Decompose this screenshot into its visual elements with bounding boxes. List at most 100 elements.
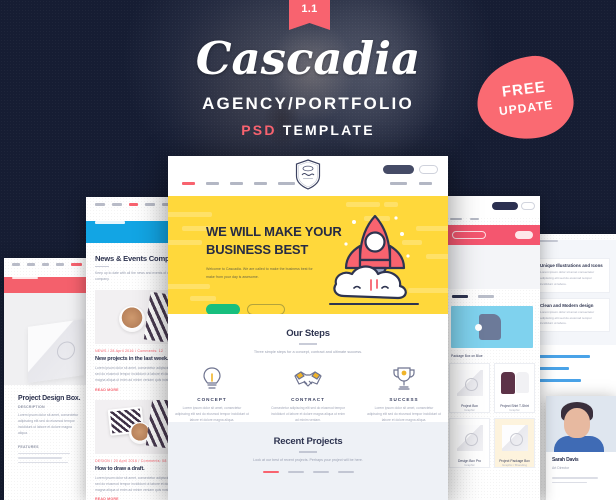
m2-nav-about[interactable] (145, 203, 155, 206)
nav-item-shortcodes[interactable] (390, 182, 407, 185)
nav-item-projects[interactable] (278, 182, 295, 185)
step-item-contract: CONTRACT Consectetur adipiscing elit sed… (271, 365, 345, 424)
m1-features-label: FEATURES (18, 444, 39, 449)
m4-nav[interactable] (444, 218, 540, 225)
feature-card-title: Unique Illustrations and Icons (540, 263, 603, 268)
m4-nav-item[interactable] (450, 218, 462, 221)
login-button[interactable] (419, 165, 438, 174)
m1-section-label: DESCRIPTION (18, 404, 45, 409)
product-shape (479, 313, 501, 340)
product-image (450, 419, 489, 457)
mockup-team-card[interactable]: Sarah Davis Art Director (546, 396, 616, 500)
nav-item-about[interactable] (254, 182, 267, 185)
step-name: CONTRACT (291, 396, 325, 402)
main-topbar-buttons (383, 165, 438, 174)
feature-card-body: Lorem ipsum dolor sit amet consectetur a… (540, 270, 595, 286)
m4-nav-item[interactable] (470, 218, 479, 221)
steps-underline (299, 343, 317, 345)
trophy-icon (367, 365, 441, 392)
recent-projects-section: Recent Projects Look at our best of rece… (168, 422, 448, 500)
m1-nav[interactable] (4, 258, 90, 271)
nav-item-news[interactable] (230, 182, 243, 185)
step-text: Lorem ipsum dolor sit amet, consectetur … (175, 405, 249, 423)
m4-tab-new[interactable] (452, 295, 468, 298)
feature-card-title: Clean and Modern design (540, 302, 594, 308)
m5-cards-zone: Unique Illustrations and Icons Lorem ips… (528, 254, 616, 346)
m1-nav-home[interactable] (12, 263, 20, 266)
blue-bar (534, 355, 591, 359)
news-post-image-1 (95, 289, 177, 344)
m1-title: Project Design Box. (18, 394, 81, 402)
feature-card-body: Lorem ipsum dolor sit amet consectetur a… (540, 309, 595, 326)
m1-red-banner (4, 276, 90, 293)
m4-featured-product-image[interactable] (451, 305, 533, 348)
get-started-button[interactable] (206, 304, 240, 314)
m2-nav-home[interactable] (95, 203, 105, 206)
step-name: SUCCESS (389, 396, 419, 402)
m2-nav-news[interactable] (129, 203, 138, 206)
m2-title: News & Events Compa (95, 253, 174, 263)
main-topbar (168, 156, 448, 196)
m1-nav-projects[interactable] (70, 263, 82, 266)
m4-spacer (444, 245, 540, 290)
blue-bar (534, 379, 582, 383)
m4-topbar (444, 196, 540, 218)
cascadia-logo-icon[interactable] (295, 159, 322, 190)
package-box-illustration (28, 318, 84, 383)
filter-print[interactable] (312, 470, 329, 473)
recent-filter-tabs[interactable] (168, 470, 448, 473)
team-photo (546, 396, 616, 452)
mockup-main-homepage[interactable]: WE WILL MAKE YOUR BUSINESS BEST Welcome t… (168, 156, 448, 500)
subline-accent: PSD (241, 122, 277, 138)
mockup-project-page[interactable]: Project Design Box. DESCRIPTION Lorem ip… (4, 258, 90, 500)
news-body-1: Lorem ipsum dolor sit amet, consectetur … (95, 365, 177, 383)
subline-rest: TEMPLATE (276, 122, 375, 138)
feature-card[interactable]: Clean and Modern design Lorem ipsum dolo… (534, 297, 610, 333)
hero-section: WE WILL MAKE YOUR BUSINESS BEST Welcome t… (168, 196, 448, 314)
coffee-cup-photo (119, 305, 145, 332)
m4-purchase-button[interactable] (492, 202, 518, 210)
product-cell[interactable]: Project Shirt T-Shirt Graphic (494, 362, 535, 413)
badge-line-1: FREE (501, 78, 547, 101)
filter-brand[interactable] (337, 470, 354, 473)
product-highlight-dot (475, 323, 482, 331)
m4-tabs[interactable] (444, 289, 540, 303)
steps-row: CONCEPT Lorem ipsum dolor sit amet, cons… (168, 365, 448, 424)
main-navigation[interactable] (168, 182, 448, 185)
filter-all[interactable] (262, 470, 279, 473)
read-more-button[interactable] (247, 304, 285, 314)
product-cell[interactable]: Project Package Box Graphic / Branding (494, 417, 535, 468)
filter-web[interactable] (287, 470, 304, 473)
step-item-success: SUCCESS Lorem ipsum dolor sit amet, cons… (367, 365, 441, 424)
handshake-icon (271, 365, 345, 392)
m5-header (528, 240, 616, 254)
nav-item-home[interactable] (182, 182, 195, 185)
product-cell[interactable]: Project Box Graphic (449, 362, 490, 413)
m4-tab-featured[interactable] (478, 295, 494, 298)
feature-card[interactable]: Unique Illustrations and Icons Lorem ips… (534, 258, 610, 293)
m4-login-button[interactable] (521, 202, 535, 210)
steps-heading: Our Steps (286, 328, 330, 339)
product-cell[interactable]: Design Box Pro Graphic (449, 417, 490, 468)
m2-nav-pages[interactable] (112, 203, 122, 206)
our-steps-section: Our Steps Three simple steps for a conce… (168, 314, 448, 422)
hero-cta-group (206, 304, 285, 314)
mockup-shop-page[interactable]: Package Box on Blue Project Box Graphic … (444, 196, 540, 500)
news-meta-2: DESIGN / 20 April 2016 / Comments: 08 (95, 458, 167, 463)
product-price: Graphic / Branding (501, 462, 527, 467)
badge-line-2: UPDATE (498, 97, 555, 119)
m1-nav-about[interactable] (55, 263, 64, 266)
purchase-button[interactable] (383, 165, 414, 174)
news-readmore-1[interactable]: READ MORE (95, 388, 177, 392)
tshirt-product-icon (500, 371, 529, 394)
product-image (495, 419, 534, 457)
team-role: Art Director (552, 466, 570, 470)
nav-item-pages[interactable] (206, 182, 219, 185)
product-price: Graphic (464, 407, 475, 412)
m1-nav-pages[interactable] (26, 263, 35, 266)
m1-nav-news[interactable] (41, 263, 49, 266)
m4-shop-button[interactable] (515, 231, 533, 240)
m4-sale-banner (444, 225, 540, 246)
product-price: Graphic (509, 407, 520, 412)
nav-item-pages-right[interactable] (419, 182, 432, 185)
